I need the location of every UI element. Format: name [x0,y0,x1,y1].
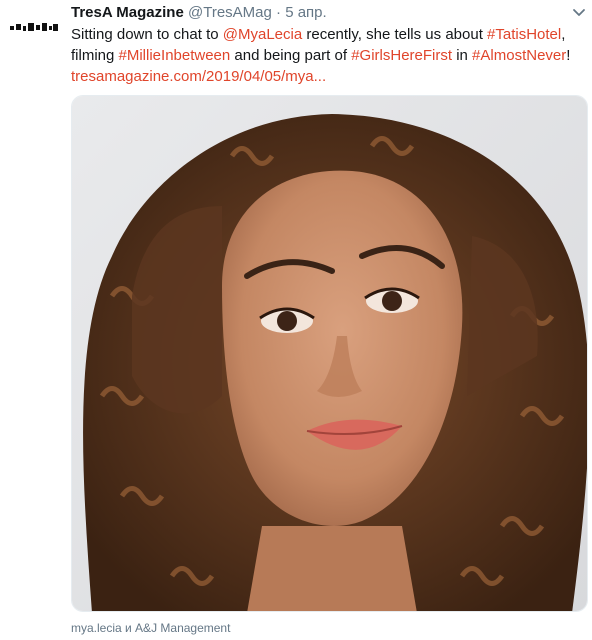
hashtag-link[interactable]: #TatisHotel [487,26,561,43]
avatar[interactable] [10,22,58,34]
tweet-text-line-1: Sitting down to chat to @MyaLecia recent… [71,24,576,45]
tweet-photo[interactable] [71,95,588,612]
portrait-illustration [72,96,587,611]
url-link[interactable]: tresamagazine.com/2019/04/05/mya... [71,66,576,87]
hashtag-link[interactable]: #MillieInbetween [119,47,231,64]
text-segment: in [452,47,473,64]
text-segment: and being part of [230,47,352,64]
text-segment: , [561,26,566,43]
mention-link[interactable]: @MyaLecia [223,26,302,43]
text-segment: Sitting down to chat to [71,26,223,43]
text-segment: ! [566,47,571,64]
tweet-text: Sitting down to chat to @MyaLecia recent… [71,24,576,87]
text-segment: recently, she tells us about [302,26,488,43]
chevron-down-icon[interactable] [570,6,588,20]
tweet-header: TresA Magazine @TresAMag · 5 апр. [71,3,327,23]
hashtag-link[interactable]: #AlmostNever [472,47,566,64]
tagged-people[interactable]: mya.lecia и A&J Management [71,620,230,636]
separator: · [276,4,282,21]
tweet-text-line-2: filming #MillieInbetween and being part … [71,45,576,66]
display-name[interactable]: TresA Magazine [71,4,184,21]
text-segment: filming [71,47,119,64]
tweet-date[interactable]: 5 апр. [285,4,326,21]
handle[interactable]: @TresAMag [188,4,272,21]
hashtag-link[interactable]: #GirlsHereFirst [351,47,452,64]
